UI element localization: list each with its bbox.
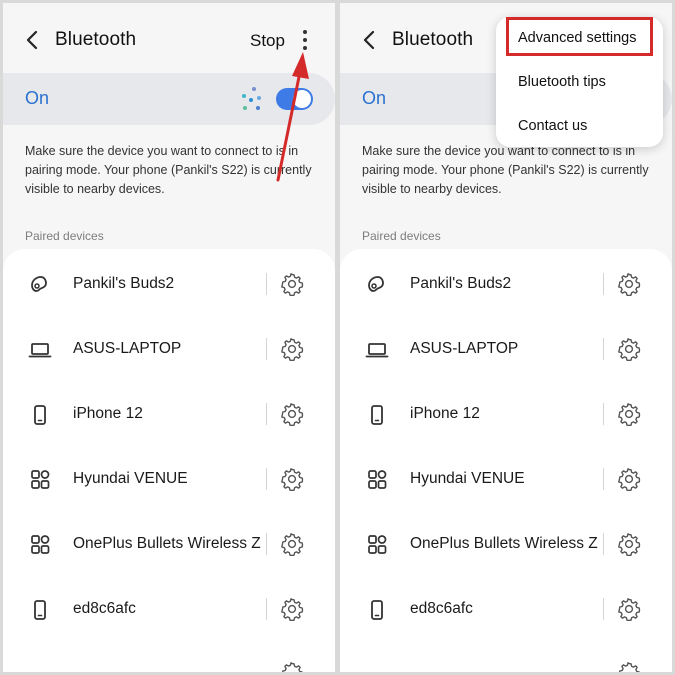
gear-icon[interactable] bbox=[280, 467, 304, 491]
paired-devices-list: Pankil's Buds2 ASUS-LAPTOP iPhone 12 Hyu… bbox=[340, 249, 672, 672]
device-row-partial[interactable] bbox=[340, 642, 672, 672]
scanning-indicator-icon bbox=[242, 87, 261, 110]
device-name: Hyundai VENUE bbox=[410, 470, 525, 487]
divider bbox=[266, 468, 267, 490]
device-row[interactable]: ASUS-LAPTOP bbox=[3, 317, 335, 382]
pairing-description: Make sure the device you want to connect… bbox=[25, 144, 312, 196]
device-name: Pankil's Buds2 bbox=[73, 275, 175, 292]
divider bbox=[603, 598, 604, 620]
pairing-description: Make sure the device you want to connect… bbox=[362, 144, 649, 196]
more-options-icon[interactable] bbox=[301, 29, 309, 51]
apps-icon bbox=[31, 470, 50, 489]
device-name: OnePlus Bullets Wireless Z bbox=[73, 535, 261, 552]
gear-icon[interactable] bbox=[280, 402, 304, 426]
gear-icon[interactable] bbox=[617, 402, 641, 426]
device-row[interactable]: OnePlus Bullets Wireless Z bbox=[3, 512, 335, 577]
device-name: Pankil's Buds2 bbox=[410, 275, 512, 292]
device-row[interactable]: Hyundai VENUE bbox=[3, 447, 335, 512]
divider bbox=[266, 598, 267, 620]
apps-icon bbox=[31, 535, 50, 554]
device-row[interactable]: iPhone 12 bbox=[340, 382, 672, 447]
paired-devices-list: Pankil's Buds2 ASUS-LAPTOP iPhone 12 Hyu… bbox=[3, 249, 335, 672]
paired-devices-label: Paired devices bbox=[25, 229, 104, 243]
device-name: Hyundai VENUE bbox=[73, 470, 188, 487]
phone-icon bbox=[371, 600, 383, 620]
menu-item-contact-us[interactable]: Contact us bbox=[518, 118, 587, 134]
page-title: Bluetooth bbox=[392, 29, 474, 50]
divider bbox=[603, 533, 604, 555]
device-row[interactable]: Pankil's Buds2 bbox=[3, 252, 335, 317]
bluetooth-status-label: On bbox=[25, 88, 50, 108]
device-name: iPhone 12 bbox=[410, 405, 480, 422]
earbuds-icon bbox=[31, 276, 47, 292]
gear-icon[interactable] bbox=[617, 532, 641, 556]
stop-button[interactable]: Stop bbox=[250, 31, 285, 51]
bluetooth-switch[interactable] bbox=[276, 88, 313, 110]
gear-icon[interactable] bbox=[617, 272, 641, 296]
device-name: OnePlus Bullets Wireless Z bbox=[410, 535, 598, 552]
device-row[interactable]: Hyundai VENUE bbox=[340, 447, 672, 512]
laptop-icon bbox=[365, 343, 389, 358]
menu-item-bluetooth-tips[interactable]: Bluetooth tips bbox=[518, 74, 606, 90]
device-row[interactable]: ASUS-LAPTOP bbox=[340, 317, 672, 382]
divider bbox=[266, 338, 267, 360]
switch-knob bbox=[293, 90, 311, 108]
annotation-highlight-box bbox=[506, 17, 653, 56]
device-name: ed8c6afc bbox=[73, 600, 136, 617]
gear-icon[interactable] bbox=[617, 661, 641, 672]
gear-icon[interactable] bbox=[617, 597, 641, 621]
phone-icon bbox=[34, 600, 46, 620]
gear-icon[interactable] bbox=[280, 272, 304, 296]
gear-icon[interactable] bbox=[617, 337, 641, 361]
earbuds-icon bbox=[368, 276, 384, 292]
device-name: iPhone 12 bbox=[73, 405, 143, 422]
back-arrow-icon[interactable] bbox=[21, 28, 43, 52]
gear-icon[interactable] bbox=[617, 467, 641, 491]
device-name: ASUS-LAPTOP bbox=[410, 340, 519, 357]
device-row[interactable]: iPhone 12 bbox=[3, 382, 335, 447]
divider bbox=[603, 273, 604, 295]
gear-icon[interactable] bbox=[280, 337, 304, 361]
apps-icon bbox=[365, 664, 389, 672]
top-bar: Bluetooth Stop bbox=[3, 3, 335, 73]
device-name: ASUS-LAPTOP bbox=[73, 340, 182, 357]
phone-icon bbox=[34, 405, 46, 425]
apps-icon bbox=[368, 535, 387, 554]
device-row[interactable]: OnePlus Bullets Wireless Z bbox=[340, 512, 672, 577]
divider bbox=[603, 338, 604, 360]
device-row-partial[interactable] bbox=[3, 642, 335, 672]
bluetooth-toggle-card[interactable]: On bbox=[3, 73, 335, 125]
back-arrow-icon[interactable] bbox=[358, 28, 380, 52]
page-title: Bluetooth bbox=[55, 29, 137, 50]
divider bbox=[603, 468, 604, 490]
apps-icon bbox=[28, 664, 52, 672]
device-row[interactable]: ed8c6afc bbox=[340, 577, 672, 642]
phone-icon bbox=[371, 405, 383, 425]
divider bbox=[603, 403, 604, 425]
gear-icon[interactable] bbox=[280, 597, 304, 621]
device-row[interactable]: Pankil's Buds2 bbox=[340, 252, 672, 317]
divider bbox=[266, 533, 267, 555]
bluetooth-status-label: On bbox=[362, 88, 387, 108]
device-name: ed8c6afc bbox=[410, 600, 473, 617]
laptop-icon bbox=[28, 343, 52, 358]
bluetooth-screen-left: Bluetooth Stop On Make sure the device y… bbox=[3, 3, 335, 672]
divider bbox=[266, 273, 267, 295]
device-row[interactable]: ed8c6afc bbox=[3, 577, 335, 642]
divider bbox=[266, 403, 267, 425]
apps-icon bbox=[368, 470, 387, 489]
gear-icon[interactable] bbox=[280, 532, 304, 556]
gear-icon[interactable] bbox=[280, 661, 304, 672]
paired-devices-label: Paired devices bbox=[362, 229, 441, 243]
